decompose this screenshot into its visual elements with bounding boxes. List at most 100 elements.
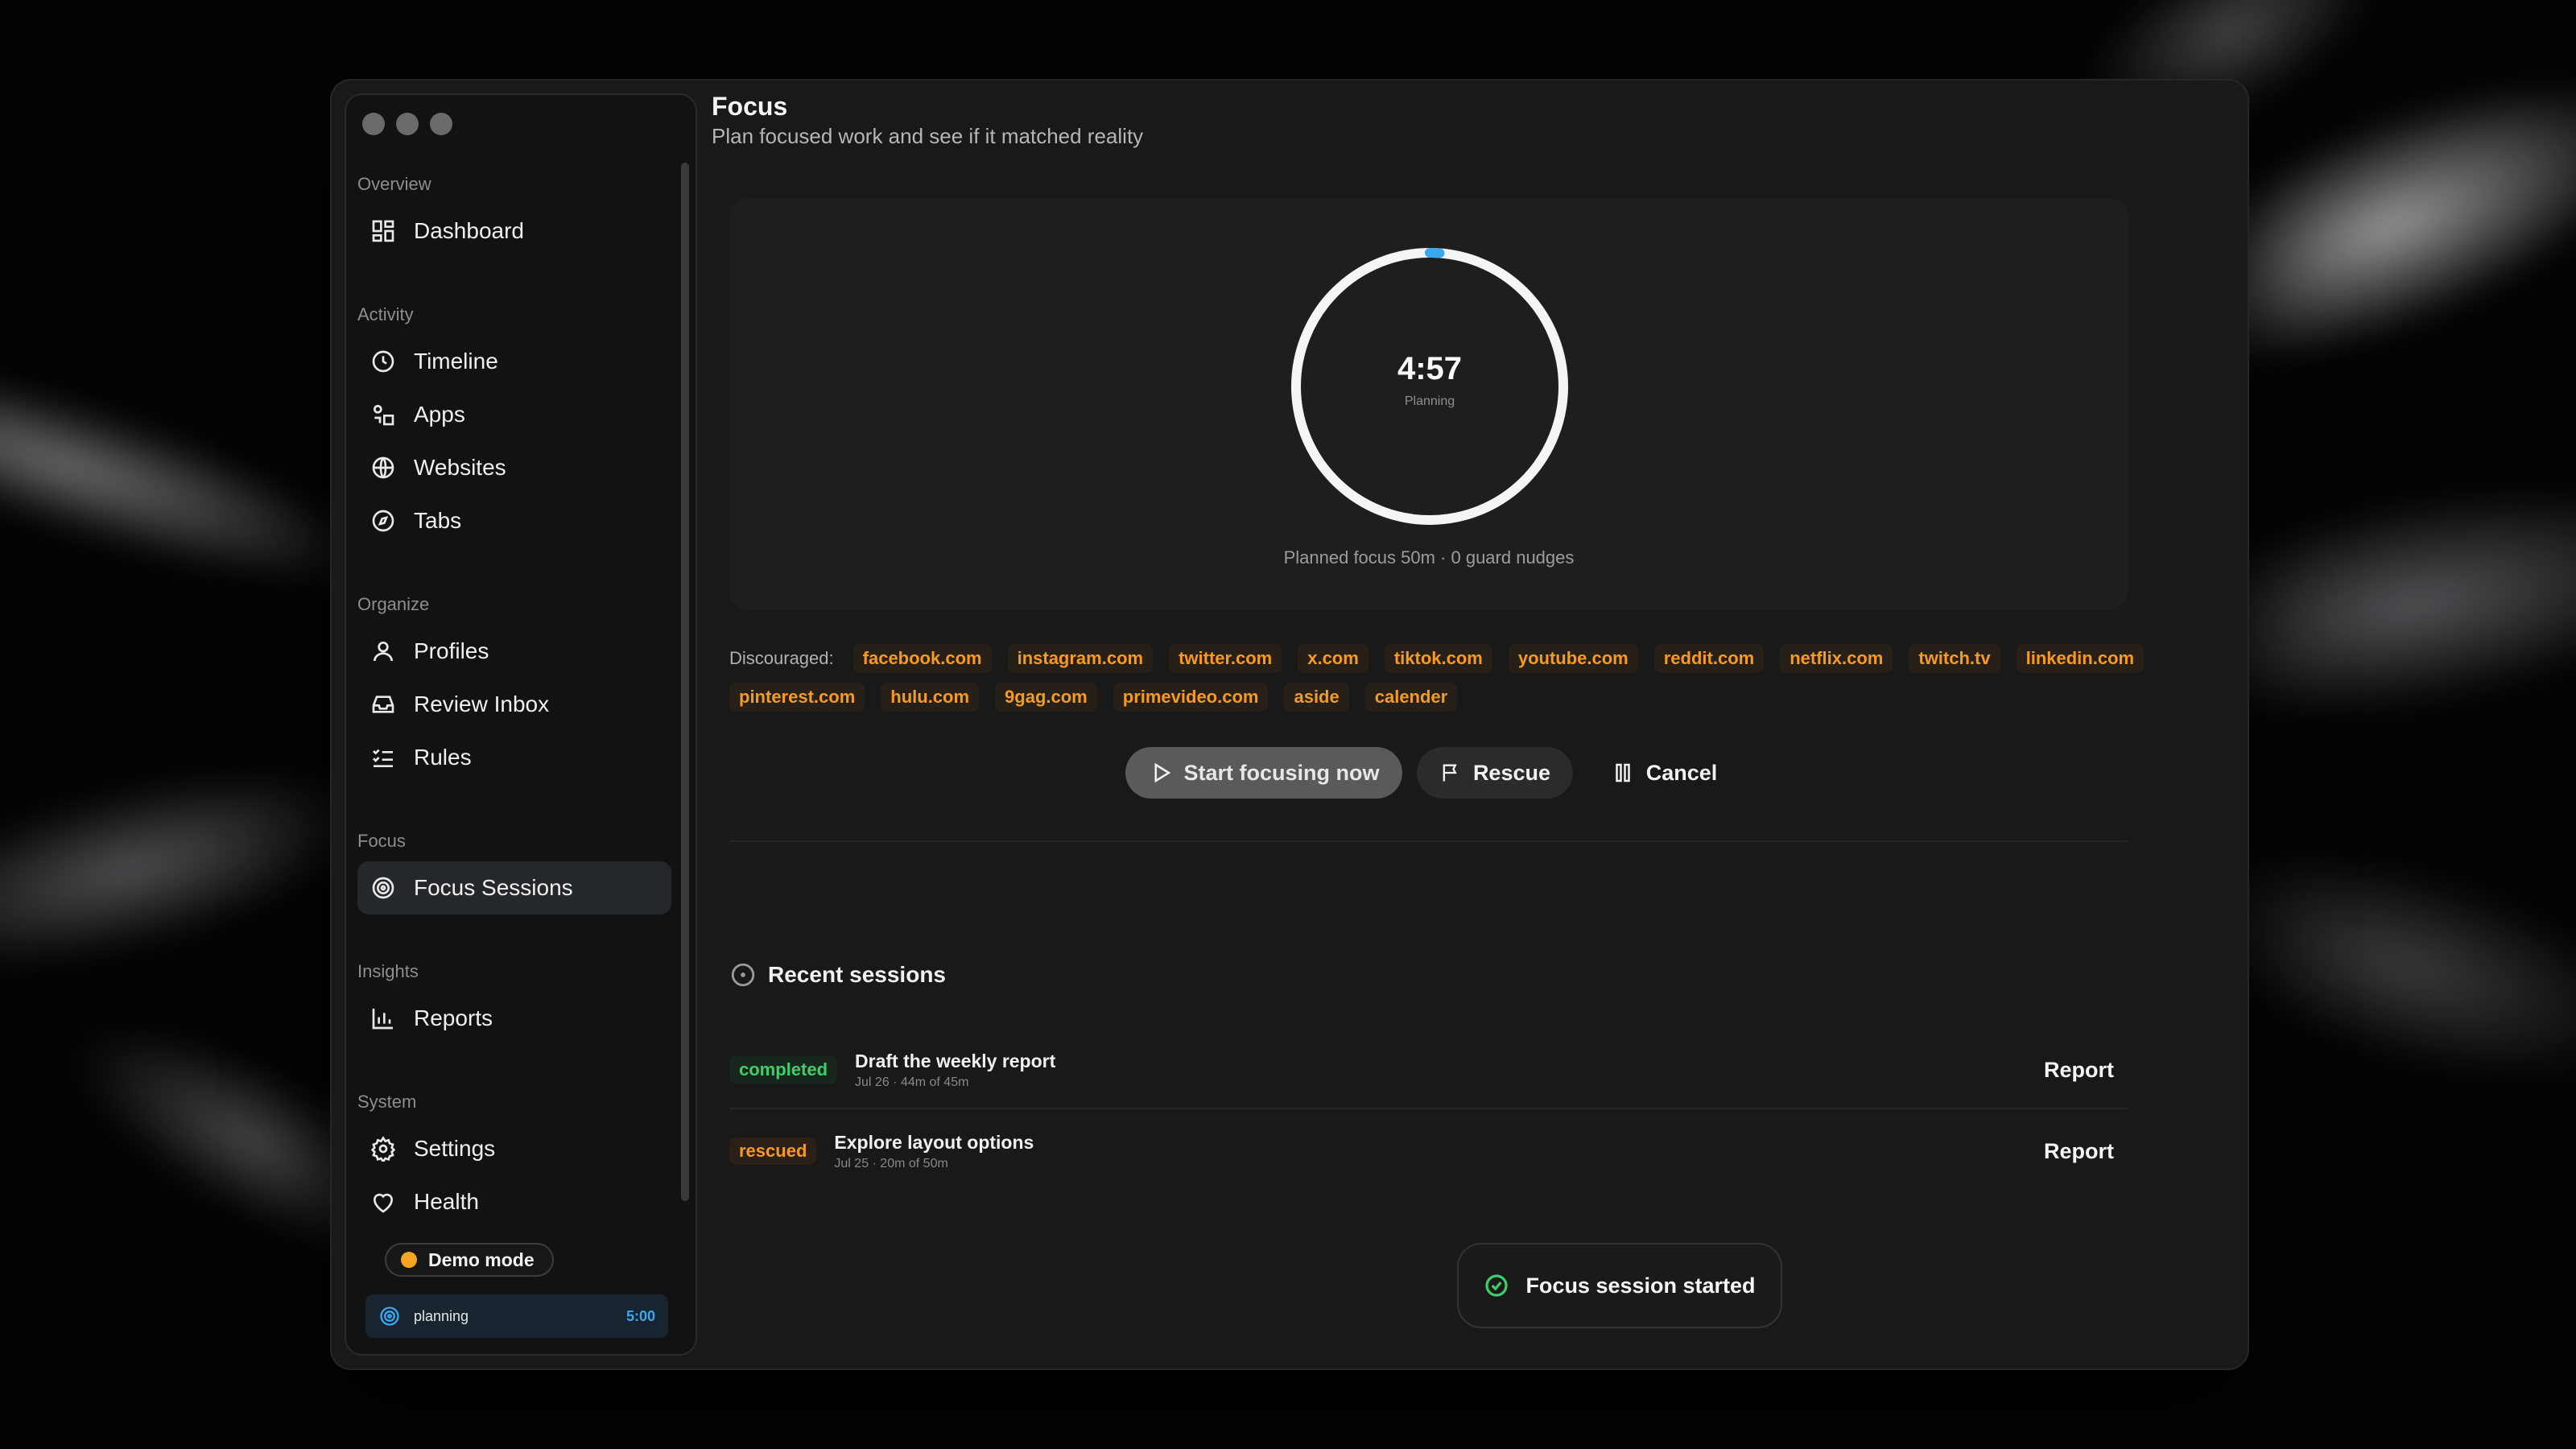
report-link[interactable]: Report bbox=[2044, 1058, 2114, 1083]
discouraged-site-tag[interactable]: aside bbox=[1284, 683, 1349, 712]
recent-sessions-title: Recent sessions bbox=[768, 962, 946, 987]
discouraged-site-tag[interactable]: tiktok.com bbox=[1384, 644, 1492, 673]
compass-icon bbox=[372, 510, 394, 532]
sidebar-item-label: Websites bbox=[414, 455, 506, 480]
history-icon bbox=[731, 963, 755, 987]
discouraged-label: Discouraged: bbox=[729, 648, 834, 668]
session-status-badge: rescued bbox=[729, 1137, 817, 1165]
sidebar-item-reports[interactable]: Reports bbox=[357, 992, 671, 1045]
nav-group-activity: Activity bbox=[357, 304, 414, 324]
sidebar-item-label: Dashboard bbox=[414, 218, 524, 243]
page-subtitle: Plan focused work and see if it matched … bbox=[712, 124, 1144, 148]
gear-icon bbox=[370, 1136, 396, 1162]
sidebar-item-profiles[interactable]: Profiles bbox=[357, 625, 671, 678]
window-controls bbox=[362, 113, 452, 135]
toast-message: Focus session started bbox=[1525, 1273, 1756, 1298]
start-focusing-label: Start focusing now bbox=[1183, 760, 1380, 785]
heart-icon bbox=[374, 1193, 393, 1213]
cancel-label: Cancel bbox=[1645, 760, 1718, 785]
sidebar-item-dashboard[interactable]: Dashboard bbox=[357, 204, 671, 258]
discouraged-site-tag[interactable]: twitter.com bbox=[1169, 644, 1282, 673]
session-title: Draft the weekly report bbox=[855, 1050, 1056, 1071]
close-window-button[interactable] bbox=[362, 113, 385, 135]
bar-chart-icon bbox=[372, 1009, 393, 1030]
pause-icon bbox=[1615, 763, 1630, 782]
discouraged-site-tag[interactable]: hulu.com bbox=[881, 683, 980, 712]
sidebar-item-rules[interactable]: Rules bbox=[357, 731, 671, 784]
session-meta: Jul 26 · 44m of 45m bbox=[855, 1075, 969, 1089]
timer-card: 4:57 Planning Planned focus 50m · 0 guar… bbox=[729, 198, 2128, 610]
zoom-window-button[interactable] bbox=[430, 113, 452, 135]
sidebar-item-label: Tabs bbox=[414, 508, 462, 533]
demo-mode-label: Demo mode bbox=[428, 1249, 535, 1270]
sidebar-scrollbar[interactable] bbox=[681, 163, 689, 1201]
sidebar-item-label: Timeline bbox=[414, 349, 498, 374]
session-status-badge: completed bbox=[729, 1056, 838, 1084]
flag-icon bbox=[1443, 764, 1457, 782]
session-info: Draft the weekly report Jul 26 · 44m of … bbox=[855, 1051, 1055, 1090]
sidebar-item-websites[interactable]: Websites bbox=[357, 441, 671, 494]
sidebar-item-health[interactable]: Health bbox=[357, 1175, 671, 1228]
main-content: Focus Plan focused work and see if it ma… bbox=[712, 80, 2248, 1368]
session-row[interactable]: completed Draft the weekly report Jul 26… bbox=[729, 1032, 2128, 1109]
discouraged-site-tag[interactable]: youtube.com bbox=[1508, 644, 1638, 673]
discouraged-site-tag[interactable]: 9gag.com bbox=[995, 683, 1097, 712]
sidebar-item-label: Health bbox=[414, 1189, 479, 1214]
sidebar-item-apps[interactable]: Apps bbox=[357, 388, 671, 441]
sidebar-item-label: Reports bbox=[414, 1005, 493, 1030]
nav-group-overview: Overview bbox=[357, 174, 431, 194]
discouraged-site-tag[interactable]: instagram.com bbox=[1007, 644, 1154, 673]
sidebar-item-label: Apps bbox=[414, 402, 465, 427]
discouraged-site-tag[interactable]: twitch.tv bbox=[1909, 644, 2000, 673]
session-meta: Jul 25 · 20m of 50m bbox=[834, 1156, 948, 1170]
focus-status-time: 5:00 bbox=[625, 1307, 655, 1324]
sidebar: Overview Dashboard Activity Timeline App… bbox=[345, 93, 697, 1356]
inbox-icon bbox=[372, 696, 394, 713]
section-divider bbox=[729, 840, 2128, 842]
focus-status-label: planning bbox=[414, 1307, 469, 1324]
discouraged-tag-list: Discouraged: facebook.com instagram.com tw… bbox=[729, 644, 2146, 712]
apps-icon bbox=[374, 405, 394, 426]
sidebar-item-timeline[interactable]: Timeline bbox=[357, 335, 671, 388]
start-focusing-button[interactable]: Start focusing now bbox=[1125, 747, 1402, 799]
sidebar-item-settings[interactable]: Settings bbox=[357, 1122, 671, 1175]
sidebar-item-label: Rules bbox=[414, 745, 472, 770]
report-link[interactable]: Report bbox=[2044, 1139, 2114, 1164]
toast-notification[interactable]: Focus session started bbox=[1457, 1243, 1782, 1328]
sidebar-item-tabs[interactable]: Tabs bbox=[357, 494, 671, 547]
page-title: Focus bbox=[712, 92, 788, 121]
minimize-window-button[interactable] bbox=[396, 113, 419, 135]
target-icon bbox=[380, 1307, 399, 1326]
sidebar-item-label: Focus Sessions bbox=[414, 875, 573, 900]
clock-icon bbox=[372, 350, 394, 373]
focus-status-bar[interactable]: planning 5:00 bbox=[365, 1294, 668, 1338]
nav-group-organize: Organize bbox=[357, 594, 430, 614]
user-icon bbox=[374, 642, 393, 662]
cancel-button[interactable]: Cancel bbox=[1587, 747, 1740, 799]
discouraged-site-tag[interactable]: netflix.com bbox=[1780, 644, 1893, 673]
discouraged-site-tag[interactable]: primevideo.com bbox=[1113, 683, 1269, 712]
sidebar-item-review-inbox[interactable]: Review Inbox bbox=[357, 678, 671, 731]
discouraged-site-tag[interactable]: calender bbox=[1364, 683, 1458, 712]
nav-group-focus: Focus bbox=[357, 831, 406, 851]
rescue-button[interactable]: Rescue bbox=[1417, 747, 1573, 799]
demo-mode-badge[interactable]: Demo mode bbox=[385, 1243, 554, 1277]
timer-summary: Planned focus 50m · 0 guard nudges bbox=[1283, 547, 1575, 568]
timer-status: Planning bbox=[1404, 394, 1455, 408]
checklist-icon bbox=[373, 749, 393, 767]
discouraged-site-tag[interactable]: reddit.com bbox=[1653, 644, 1765, 673]
discouraged-site-tag[interactable]: x.com bbox=[1298, 644, 1368, 673]
discouraged-site-tag[interactable]: facebook.com bbox=[852, 644, 992, 673]
dashboard-icon bbox=[372, 220, 394, 242]
status-dot-icon bbox=[401, 1252, 417, 1268]
sidebar-item-label: Settings bbox=[414, 1136, 496, 1161]
session-row[interactable]: rescued Explore layout options Jul 25 · … bbox=[729, 1113, 2128, 1190]
sidebar-nav: Overview Dashboard Activity Timeline App… bbox=[357, 159, 671, 1228]
discouraged-sites: Discouraged: facebook.com instagram.com tw… bbox=[729, 644, 2146, 712]
session-info: Explore layout options Jul 25 · 20m of 5… bbox=[834, 1132, 1034, 1171]
timer-value: 4:57 bbox=[1397, 351, 1463, 386]
discouraged-site-tag[interactable]: linkedin.com bbox=[2016, 644, 2145, 673]
recent-sessions-heading: Recent sessions bbox=[729, 961, 946, 989]
sidebar-item-focus-sessions[interactable]: Focus Sessions bbox=[357, 861, 671, 914]
discouraged-site-tag[interactable]: pinterest.com bbox=[729, 683, 865, 712]
